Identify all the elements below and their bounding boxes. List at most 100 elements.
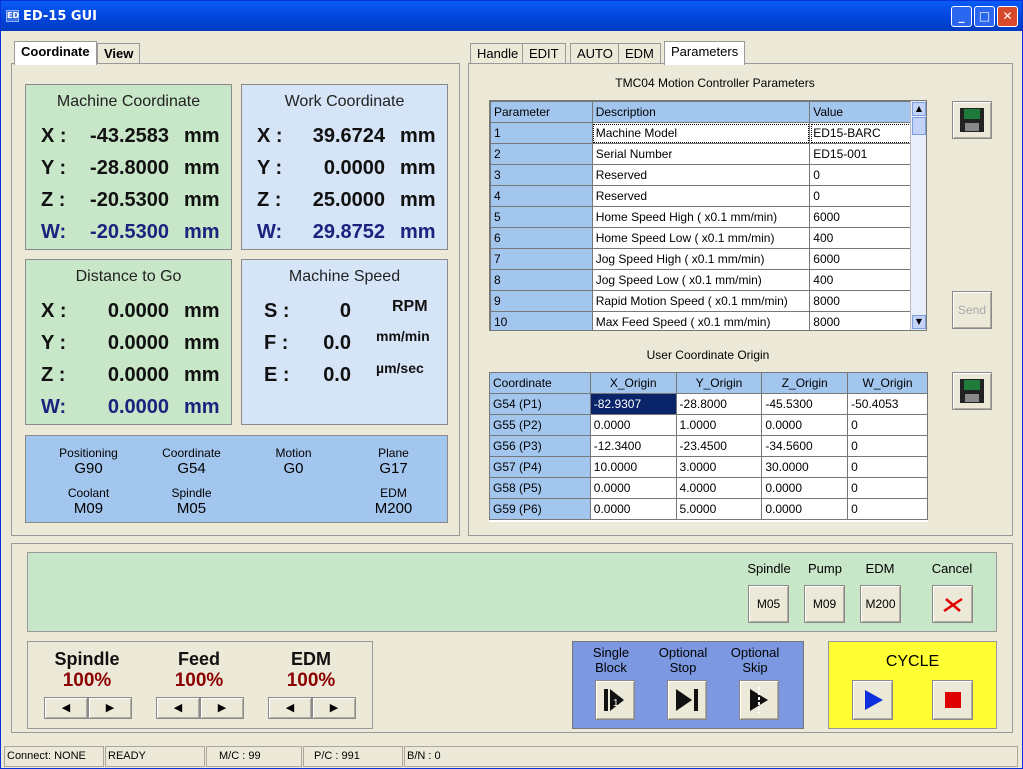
origin-cell[interactable]: -45.5300: [761, 393, 849, 415]
params-scrollbar[interactable]: ▲ ▼: [910, 101, 926, 330]
params-cell[interactable]: 400: [809, 269, 912, 291]
origin-cell[interactable]: 10.0000: [589, 456, 677, 478]
params-cell[interactable]: 8000: [809, 290, 912, 312]
origin-header-cell[interactable]: Z_Origin: [761, 372, 849, 394]
override-increase-button[interactable]: ▶: [88, 697, 132, 719]
params-cell[interactable]: 0: [809, 185, 912, 207]
params-row[interactable]: 5 Home Speed High ( x0.1 mm/min) 6000: [490, 206, 912, 228]
minimize-button[interactable]: _: [951, 6, 972, 27]
override-decrease-button[interactable]: ◀: [268, 697, 312, 719]
params-cell[interactable]: 8000: [809, 311, 912, 330]
origin-cell[interactable]: -23.4500: [675, 435, 763, 457]
tab-parameters[interactable]: Parameters: [664, 41, 746, 65]
parameter-grid[interactable]: Parameter Description Value 1 Machine Model E…: [489, 100, 927, 331]
origin-header-cell[interactable]: Y_Origin: [675, 372, 763, 394]
origin-header-cell[interactable]: W_Origin: [847, 372, 928, 394]
origin-cell[interactable]: 0.0000: [589, 477, 677, 499]
exec-option-button[interactable]: 1: [595, 680, 635, 720]
origin-cell[interactable]: -82.9307: [589, 393, 677, 415]
params-row[interactable]: 9 Rapid Motion Speed ( x0.1 mm/min) 8000: [490, 290, 912, 312]
cycle-stop-button[interactable]: [932, 680, 973, 720]
params-row[interactable]: 3 Reserved 0: [490, 164, 912, 186]
params-row[interactable]: 2 Serial Number ED15-001: [490, 143, 912, 165]
origin-cell[interactable]: 0.0000: [589, 498, 677, 520]
params-row[interactable]: 8 Jog Speed Low ( x0.1 mm/min) 400: [490, 269, 912, 291]
origin-grid[interactable]: Coordinate X_Origin Y_Origin Z_Origin W_Orig…: [489, 372, 928, 522]
tab-auto[interactable]: AUTO: [570, 43, 620, 63]
params-row[interactable]: 6 Home Speed Low ( x0.1 mm/min) 400: [490, 227, 912, 249]
origin-cell[interactable]: 30.0000: [761, 456, 849, 478]
origin-cell[interactable]: G58 (P5): [489, 477, 591, 499]
origin-cell[interactable]: 5.0000: [675, 498, 763, 520]
tab-handle[interactable]: Handle: [470, 43, 526, 63]
origin-row[interactable]: G57 (P4) 10.0000 3.0000 30.0000 0: [489, 456, 928, 478]
origin-cell[interactable]: G57 (P4): [489, 456, 591, 478]
origin-row[interactable]: G58 (P5) 0.0000 4.0000 0.0000 0: [489, 477, 928, 499]
origin-cell[interactable]: 0: [847, 456, 928, 478]
tab-edm[interactable]: EDM: [618, 43, 661, 63]
scroll-down-icon[interactable]: ▼: [912, 315, 926, 329]
edm-m200-button[interactable]: M200: [860, 585, 901, 623]
origin-cell[interactable]: G56 (P3): [489, 435, 591, 457]
cycle-start-button[interactable]: [852, 680, 893, 720]
params-cell[interactable]: 6: [490, 227, 593, 249]
params-header-cell[interactable]: Parameter: [490, 101, 593, 123]
origin-cell[interactable]: 0.0000: [761, 498, 849, 520]
origin-cell[interactable]: G54 (P1): [489, 393, 591, 415]
scroll-up-icon[interactable]: ▲: [912, 102, 926, 116]
tab-edit[interactable]: EDIT: [522, 43, 566, 63]
params-cell[interactable]: 3: [490, 164, 593, 186]
origin-cell[interactable]: 0: [847, 477, 928, 499]
params-row[interactable]: 4 Reserved 0: [490, 185, 912, 207]
params-cell[interactable]: Jog Speed Low ( x0.1 mm/min): [591, 269, 811, 291]
params-cell[interactable]: Machine Model: [591, 122, 811, 144]
params-cell[interactable]: Reserved: [591, 164, 811, 186]
save-params-button[interactable]: [952, 101, 992, 139]
override-decrease-button[interactable]: ◀: [156, 697, 200, 719]
params-cell[interactable]: Rapid Motion Speed ( x0.1 mm/min): [591, 290, 811, 312]
params-cell[interactable]: Max Feed Speed ( x0.1 mm/min): [591, 311, 811, 330]
origin-cell[interactable]: -34.5600: [761, 435, 849, 457]
exec-option-button[interactable]: [667, 680, 707, 720]
params-cell[interactable]: 6000: [809, 206, 912, 228]
origin-row[interactable]: G59 (P6) 0.0000 5.0000 0.0000 0: [489, 498, 928, 520]
params-cell[interactable]: 1: [490, 122, 593, 144]
origin-cell[interactable]: 4.0000: [675, 477, 763, 499]
params-cell[interactable]: 6000: [809, 248, 912, 270]
spindle-m05-button[interactable]: M05: [748, 585, 789, 623]
maximize-button[interactable]: □: [974, 6, 995, 27]
override-increase-button[interactable]: ▶: [312, 697, 356, 719]
params-cell[interactable]: Jog Speed High ( x0.1 mm/min): [591, 248, 811, 270]
origin-cell[interactable]: 0.0000: [761, 477, 849, 499]
params-cell[interactable]: 0: [809, 164, 912, 186]
origin-cell[interactable]: -12.3400: [589, 435, 677, 457]
params-cell[interactable]: 5: [490, 206, 593, 228]
params-cell[interactable]: Home Speed High ( x0.1 mm/min): [591, 206, 811, 228]
origin-cell[interactable]: -28.8000: [675, 393, 763, 415]
tab-coordinate[interactable]: Coordinate: [14, 41, 97, 65]
origin-header-cell[interactable]: Coordinate: [489, 372, 591, 394]
params-header-cell[interactable]: Description: [591, 101, 811, 123]
params-cell[interactable]: 10: [490, 311, 593, 330]
origin-cell[interactable]: G55 (P2): [489, 414, 591, 436]
params-cell[interactable]: ED15-001: [809, 143, 912, 165]
origin-row[interactable]: G55 (P2) 0.0000 1.0000 0.0000 0: [489, 414, 928, 436]
params-cell[interactable]: Reserved: [591, 185, 811, 207]
send-button[interactable]: Send: [952, 291, 992, 329]
override-increase-button[interactable]: ▶: [200, 697, 244, 719]
params-row[interactable]: 7 Jog Speed High ( x0.1 mm/min) 6000: [490, 248, 912, 270]
scroll-thumb[interactable]: [912, 117, 926, 135]
origin-row[interactable]: G56 (P3) -12.3400 -23.4500 -34.5600 0: [489, 435, 928, 457]
pump-m09-button[interactable]: M09: [804, 585, 845, 623]
origin-row[interactable]: G54 (P1) -82.9307 -28.8000 -45.5300 -50.4053: [489, 393, 928, 415]
params-header-cell[interactable]: Value: [809, 101, 912, 123]
override-decrease-button[interactable]: ◀: [44, 697, 88, 719]
params-cell[interactable]: 400: [809, 227, 912, 249]
save-origin-button[interactable]: [952, 372, 992, 410]
params-cell[interactable]: 8: [490, 269, 593, 291]
params-cell[interactable]: 2: [490, 143, 593, 165]
params-cell[interactable]: ED15-BARC: [809, 122, 912, 144]
origin-cell[interactable]: -50.4053: [847, 393, 928, 415]
origin-header-cell[interactable]: X_Origin: [589, 372, 677, 394]
origin-cell[interactable]: 0.0000: [761, 414, 849, 436]
